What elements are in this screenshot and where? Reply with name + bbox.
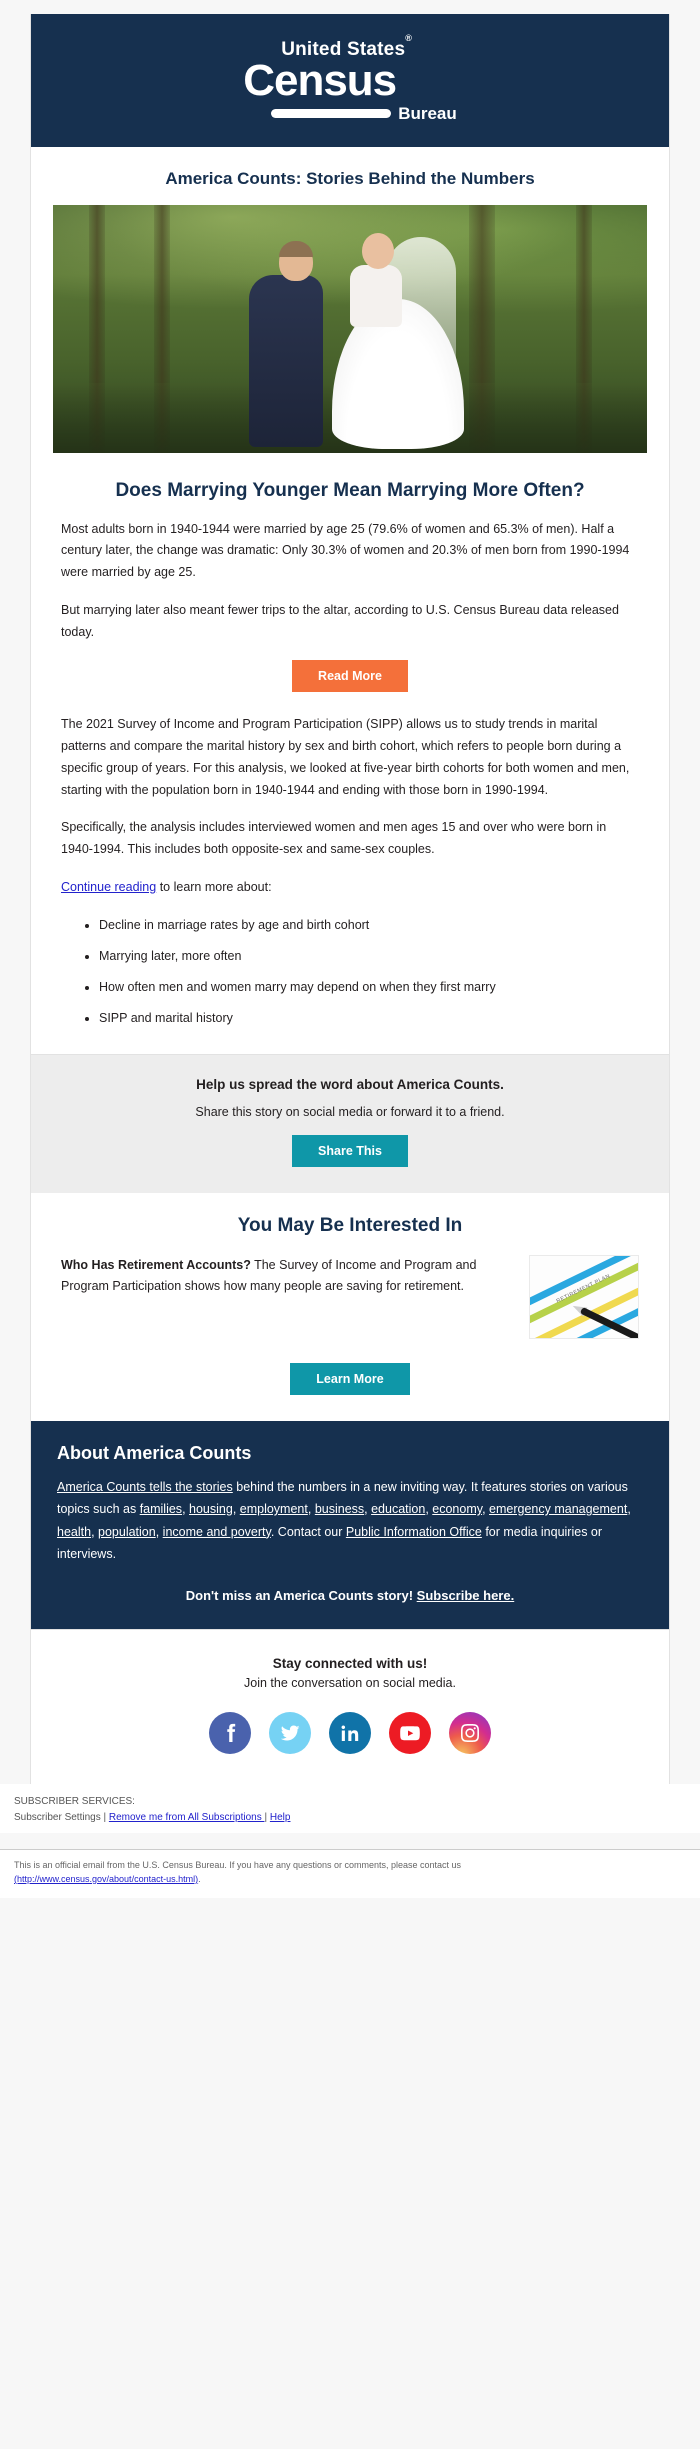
subscriber-footer: SUBSCRIBER SERVICES: Subscriber Settings… <box>0 1783 700 1833</box>
share-subtext: Share this story on social media or forw… <box>195 1104 505 1119</box>
article-paragraph-1: Most adults born in 1940-1944 were marri… <box>61 521 630 580</box>
subscriber-links-row: Subscriber Settings | Remove me from All… <box>14 1810 686 1827</box>
article-paragraph-4: Specifically, the analysis includes inte… <box>61 820 607 857</box>
continue-reading-line: Continue reading to learn more about: <box>61 877 639 899</box>
social-icon-row <box>51 1711 649 1754</box>
article-body: Does Marrying Younger Mean Marrying More… <box>31 459 669 1054</box>
social-heading: Stay connected with us! <box>272 1655 428 1671</box>
list-item: Decline in marriage rates by age and bir… <box>99 915 639 937</box>
topic-link-emergency-management[interactable]: emergency management <box>489 1502 627 1516</box>
topic-link-economy[interactable]: economy <box>432 1502 482 1516</box>
facebook-icon[interactable] <box>209 1711 251 1754</box>
learn-more-button[interactable]: Learn More <box>290 1362 410 1395</box>
subscribe-here-link[interactable]: Subscribe here. <box>417 1588 515 1603</box>
read-more-button[interactable]: Read More <box>292 659 408 692</box>
bride-head <box>361 232 394 269</box>
article-paragraph-3: The 2021 Survey of Income and Program Pa… <box>61 716 630 797</box>
groom-figure <box>249 274 324 447</box>
promo-text: Who Has Retirement Accounts? The Survey … <box>61 1255 513 1299</box>
about-cta-text: Don't miss an America Counts story! <box>185 1587 417 1603</box>
about-text-2: . Contact our <box>270 1524 346 1539</box>
continue-reading-link[interactable]: Continue reading <box>61 880 156 894</box>
continue-reading-tail: to learn more about: <box>156 880 272 895</box>
article-paragraph-2: But marrying later also meant fewer trip… <box>61 603 619 640</box>
legal-text: This is an official email from the U.S. … <box>14 1859 462 1870</box>
census-logo[interactable]: United States® Census Bureau <box>243 34 457 122</box>
twitter-icon[interactable] <box>269 1711 311 1754</box>
interested-heading: You May Be Interested In <box>237 1214 463 1236</box>
email-frame: United States® Census Bureau America Cou… <box>30 14 670 1784</box>
share-section: Help us spread the word about America Co… <box>31 1053 669 1193</box>
subscriber-settings-label[interactable]: Subscriber Settings <box>14 1812 101 1823</box>
hero-image-wedding-couple <box>53 204 647 453</box>
logo-bureau-row: Bureau <box>271 105 457 122</box>
page-padding <box>0 0 700 14</box>
instagram-icon[interactable] <box>449 1711 491 1754</box>
topic-link-employment[interactable]: employment <box>240 1502 308 1516</box>
legal-tail: . <box>198 1873 201 1884</box>
youtube-icon[interactable] <box>389 1711 431 1754</box>
public-information-office-link[interactable]: Public Information Office <box>346 1525 482 1539</box>
subscriber-services-label: SUBSCRIBER SERVICES: <box>14 1795 135 1807</box>
share-heading: Help us spread the word about America Co… <box>196 1076 504 1092</box>
learn-more-row: Learn More <box>61 1362 639 1395</box>
share-this-button[interactable]: Share This <box>292 1134 408 1167</box>
promo-image-retirement-forms: RETIREMENT PLAN <box>529 1254 639 1339</box>
interested-section: You May Be Interested In Who Has Retirem… <box>31 1193 669 1421</box>
hero-image-wrap <box>31 204 669 459</box>
list-item: How often men and women marry may depend… <box>99 977 639 999</box>
help-link[interactable]: Help <box>270 1812 291 1823</box>
bride-bodice <box>350 264 402 327</box>
linkedin-icon[interactable] <box>329 1711 371 1754</box>
topic-link-business[interactable]: business <box>315 1502 364 1516</box>
about-cta: Don't miss an America Counts story! Subs… <box>57 1566 643 1607</box>
article-headline: Does Marrying Younger Mean Marrying More… <box>115 479 585 501</box>
about-lead-link[interactable]: America Counts tells the stories <box>57 1480 233 1494</box>
promo-card: Who Has Retirement Accounts? The Survey … <box>61 1254 639 1339</box>
topic-link-education[interactable]: education <box>371 1502 425 1516</box>
list-item: Marrying later, more often <box>99 946 639 968</box>
newsletter-title: America Counts: Stories Behind the Numbe… <box>165 168 535 188</box>
separator-1: | <box>100 1812 109 1824</box>
logo-census-word: Census <box>243 56 397 105</box>
remove-subscriptions-link[interactable]: Remove me from All Subscriptions <box>109 1812 265 1823</box>
about-paragraph: America Counts tells the stories behind … <box>57 1479 631 1562</box>
census-masthead: United States® Census Bureau <box>31 14 669 147</box>
topic-link-population[interactable]: population <box>98 1525 156 1539</box>
topic-link-families[interactable]: families <box>140 1502 182 1516</box>
contact-us-url[interactable]: (http://www.census.gov/about/contact-us.… <box>14 1874 198 1884</box>
topic-link-health[interactable]: health <box>57 1525 91 1539</box>
email-page: United States® Census Bureau America Cou… <box>0 0 700 1899</box>
list-item: SIPP and marital history <box>99 1008 639 1030</box>
topic-link-housing[interactable]: housing <box>189 1502 233 1516</box>
topic-link-income-and-poverty[interactable]: income and poverty <box>163 1525 271 1539</box>
logo-bureau-word: Bureau <box>398 103 457 123</box>
promo-title[interactable]: Who Has Retirement Accounts? <box>61 1258 251 1272</box>
logo-rule-bar <box>271 108 392 118</box>
registered-mark: ® <box>405 33 413 44</box>
article-topic-list: Decline in marriage rates by age and bir… <box>61 915 639 1030</box>
read-more-row: Read More <box>61 659 639 692</box>
about-heading: About America Counts <box>57 1442 252 1463</box>
about-section: About America Counts America Counts tell… <box>31 1420 669 1629</box>
legal-footer: This is an official email from the U.S. … <box>0 1848 700 1899</box>
social-subtext: Join the conversation on social media. <box>244 1675 456 1690</box>
social-section: Stay connected with us! Join the convers… <box>31 1628 669 1784</box>
